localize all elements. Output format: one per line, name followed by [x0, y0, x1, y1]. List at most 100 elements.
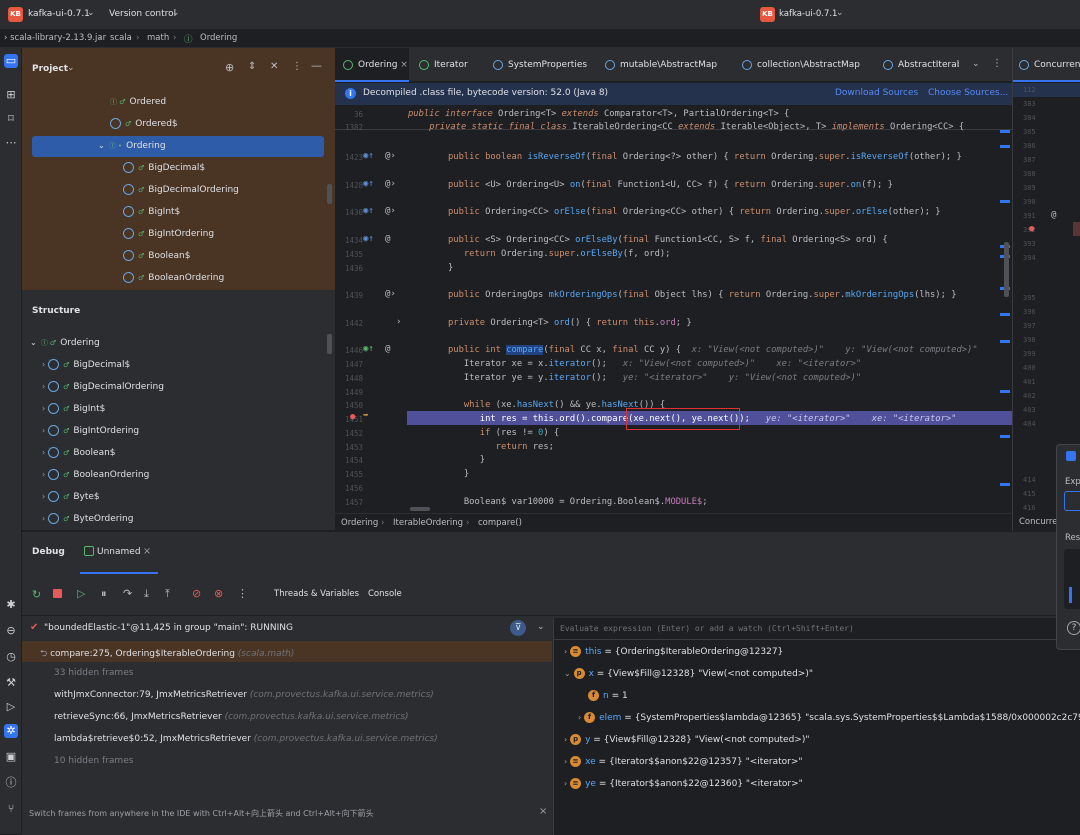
filter-icon[interactable]: ⊽ — [510, 620, 526, 636]
scrollbar[interactable] — [327, 334, 332, 354]
download-sources-link[interactable]: Download Sources — [835, 88, 918, 98]
evaluate-popup[interactable]: Exp Res ? — [1056, 444, 1080, 650]
chevron-right-icon[interactable]: › — [42, 426, 45, 435]
override-icon[interactable]: @› — [385, 206, 396, 216]
chevron-right-icon[interactable]: › — [42, 404, 45, 413]
structure-item[interactable]: › ♂ Byte$ — [42, 487, 100, 507]
problems-icon[interactable]: ⓘ — [4, 776, 18, 790]
structure-item[interactable]: › ♂ BigDecimalOrdering — [42, 377, 164, 397]
frame-row[interactable]: ⮌ compare:275, Ordering$IterableOrdering… — [40, 646, 294, 662]
scrollbar[interactable] — [1004, 242, 1009, 297]
project-name[interactable]: kafka-ui-0.7.1 — [28, 9, 90, 19]
pause-icon[interactable]: ⏸ — [101, 587, 107, 601]
mute-breakpoints-icon[interactable]: ⊗ — [214, 587, 223, 600]
frame-row[interactable]: retrieveSync:66, JmxMetricsRetriever (co… — [54, 712, 409, 722]
override-icon[interactable]: @ — [1051, 210, 1056, 220]
variable-row[interactable]: ⌄ px = {View$Fill@12328} "View(<not comp… — [564, 668, 813, 679]
tab-abstractiterable[interactable]: AbstractIterabl — [881, 48, 959, 82]
chevron-right-icon[interactable]: › — [42, 514, 45, 523]
chevron-down-icon[interactable]: ⌄ — [67, 63, 75, 73]
run-icon[interactable]: ◷ — [4, 650, 18, 664]
frame-row[interactable]: lambda$retrieve$0:52, JmxMetricsRetrieve… — [54, 734, 438, 744]
chevron-right-icon[interactable]: › — [564, 757, 567, 766]
implements-icon[interactable]: ◉↑ — [363, 151, 374, 161]
resume-icon[interactable]: ▷ — [77, 587, 85, 600]
chevron-right-icon[interactable]: › — [42, 470, 45, 479]
structure-item[interactable]: › ♂ BigInt$ — [42, 399, 105, 419]
breadcrumb-item[interactable]: scala — [110, 33, 132, 43]
rerun-icon[interactable]: ↻ — [32, 588, 41, 601]
variable-row[interactable]: › ≡ ye = {Iterator$$anon$22@12360} "<iter… — [564, 778, 803, 789]
crumb-compare[interactable]: compare() — [478, 518, 522, 528]
crumb-iterableordering[interactable]: IterableOrdering — [393, 518, 463, 528]
tab-console[interactable]: Console — [368, 589, 402, 599]
evaluate-expression-input[interactable]: Evaluate expression (Enter) or add a wat… — [554, 618, 1080, 640]
collapse-all-icon[interactable]: ✕ — [270, 61, 278, 72]
override-icon[interactable]: @› — [385, 289, 396, 299]
expand-all-icon[interactable]: ⇕ — [248, 61, 256, 72]
hidden-frames[interactable]: 33 hidden frames — [54, 668, 133, 678]
tab-threads-variables[interactable]: Threads & Variables — [274, 589, 359, 599]
chevron-right-icon[interactable]: › — [42, 360, 45, 369]
tab-systemproperties[interactable]: SystemProperties — [491, 48, 587, 82]
variable-row[interactable]: fn = 1 — [588, 690, 628, 701]
crumb-ordering[interactable]: Ordering — [341, 518, 378, 528]
bug-icon[interactable]: ✱ — [4, 598, 18, 612]
more-icon[interactable]: ⋮ — [237, 587, 248, 600]
variable-row[interactable]: › f elem = {SystemProperties$lambda@12365… — [578, 712, 1080, 723]
tab-concurrent[interactable]: Concurrent — [1013, 48, 1080, 82]
stop-icon[interactable] — [53, 589, 62, 598]
view-breakpoints-icon[interactable]: ⊘ — [192, 587, 201, 600]
implements-icon[interactable]: ◉↑ — [363, 344, 374, 354]
implements-icon[interactable]: ◉↑ — [363, 206, 374, 216]
more-icon[interactable]: ⋯ — [4, 136, 18, 150]
structure-root[interactable]: ⌄ Ⓘ ♂ Ordering — [30, 333, 100, 353]
breadcrumb-item[interactable]: Ordering — [200, 33, 237, 43]
tree-item[interactable]: Ⓘ ♂ Ordered — [110, 92, 166, 112]
chevron-right-icon[interactable]: › — [42, 382, 45, 391]
tab-iterator[interactable]: Iterator — [411, 48, 468, 82]
step-over-icon[interactable]: ↷ — [123, 587, 132, 600]
structure-item[interactable]: › ♂ ByteOrdering — [42, 509, 133, 529]
override-icon[interactable]: @ — [385, 344, 390, 354]
structure-item[interactable]: › ♂ BigIntOrdering — [42, 421, 139, 441]
chevron-down-icon[interactable]: ⌄ — [836, 8, 844, 18]
build-icon[interactable]: ⚒ — [4, 676, 18, 690]
code-editor[interactable]: 36 1382 1423 1428 1430 1434 1435 1436 14… — [335, 105, 1012, 513]
close-icon[interactable]: × — [539, 806, 547, 817]
implements-icon[interactable]: ◉↑ — [363, 179, 374, 189]
breakpoint-icon[interactable]: ● — [350, 412, 355, 422]
terminal-icon[interactable]: ▣ — [4, 750, 18, 764]
tab-ordering[interactable]: Ordering × — [335, 48, 409, 82]
hidden-frames[interactable]: 10 hidden frames — [54, 756, 133, 766]
frame-row[interactable]: withJmxConnector:79, JmxMetricsRetriever… — [54, 690, 434, 700]
close-icon[interactable]: × — [143, 546, 151, 557]
chevron-right-icon[interactable]: › — [578, 713, 581, 722]
tree-item[interactable]: ♂ Boolean$ — [123, 246, 190, 266]
options-icon[interactable]: ⋮ — [992, 58, 1002, 69]
override-icon[interactable]: @› — [385, 151, 396, 161]
chevron-right-icon[interactable]: › — [42, 492, 45, 501]
chevron-right-icon[interactable]: › — [396, 317, 401, 327]
minimize-icon[interactable]: — — [311, 59, 322, 72]
tree-item[interactable]: ♂ Ordered$ — [110, 114, 178, 134]
tree-item[interactable]: ♂ BigInt$ — [123, 202, 180, 222]
variable-row[interactable]: › ≡ xe = {Iterator$$anon$22@12357} "<iter… — [564, 756, 803, 767]
chevron-down-icon[interactable]: ⌄ — [87, 8, 95, 18]
project-title[interactable]: Project — [32, 64, 68, 74]
tab-collection-abstractmap[interactable]: collection\AbstractMap — [740, 48, 860, 82]
chevron-down-icon[interactable]: ⌄ — [537, 622, 545, 632]
chevron-right-icon[interactable]: › — [42, 448, 45, 457]
chevron-right-icon[interactable]: › — [564, 735, 567, 744]
options-icon[interactable]: ⋮ — [292, 61, 302, 72]
tree-item[interactable]: ♂ BooleanOrdering — [123, 268, 224, 288]
horizontal-scrollbar[interactable] — [410, 507, 430, 511]
variable-row[interactable]: › ≡ this = {Ordering$IterableOrdering@123… — [564, 646, 783, 657]
tab-mutable-abstractmap[interactable]: mutable\AbstractMap — [603, 48, 717, 82]
tree-item[interactable]: ♂ BigIntOrdering — [123, 224, 214, 244]
breadcrumb-item[interactable]: › scala-library-2.13.9.jar — [4, 33, 106, 43]
folder-icon[interactable]: ▭ — [4, 54, 18, 68]
modules-icon[interactable]: ⊞ — [4, 88, 18, 102]
version-control-menu[interactable]: Version control — [109, 9, 176, 19]
step-into-icon[interactable]: ⤓ — [144, 587, 149, 601]
